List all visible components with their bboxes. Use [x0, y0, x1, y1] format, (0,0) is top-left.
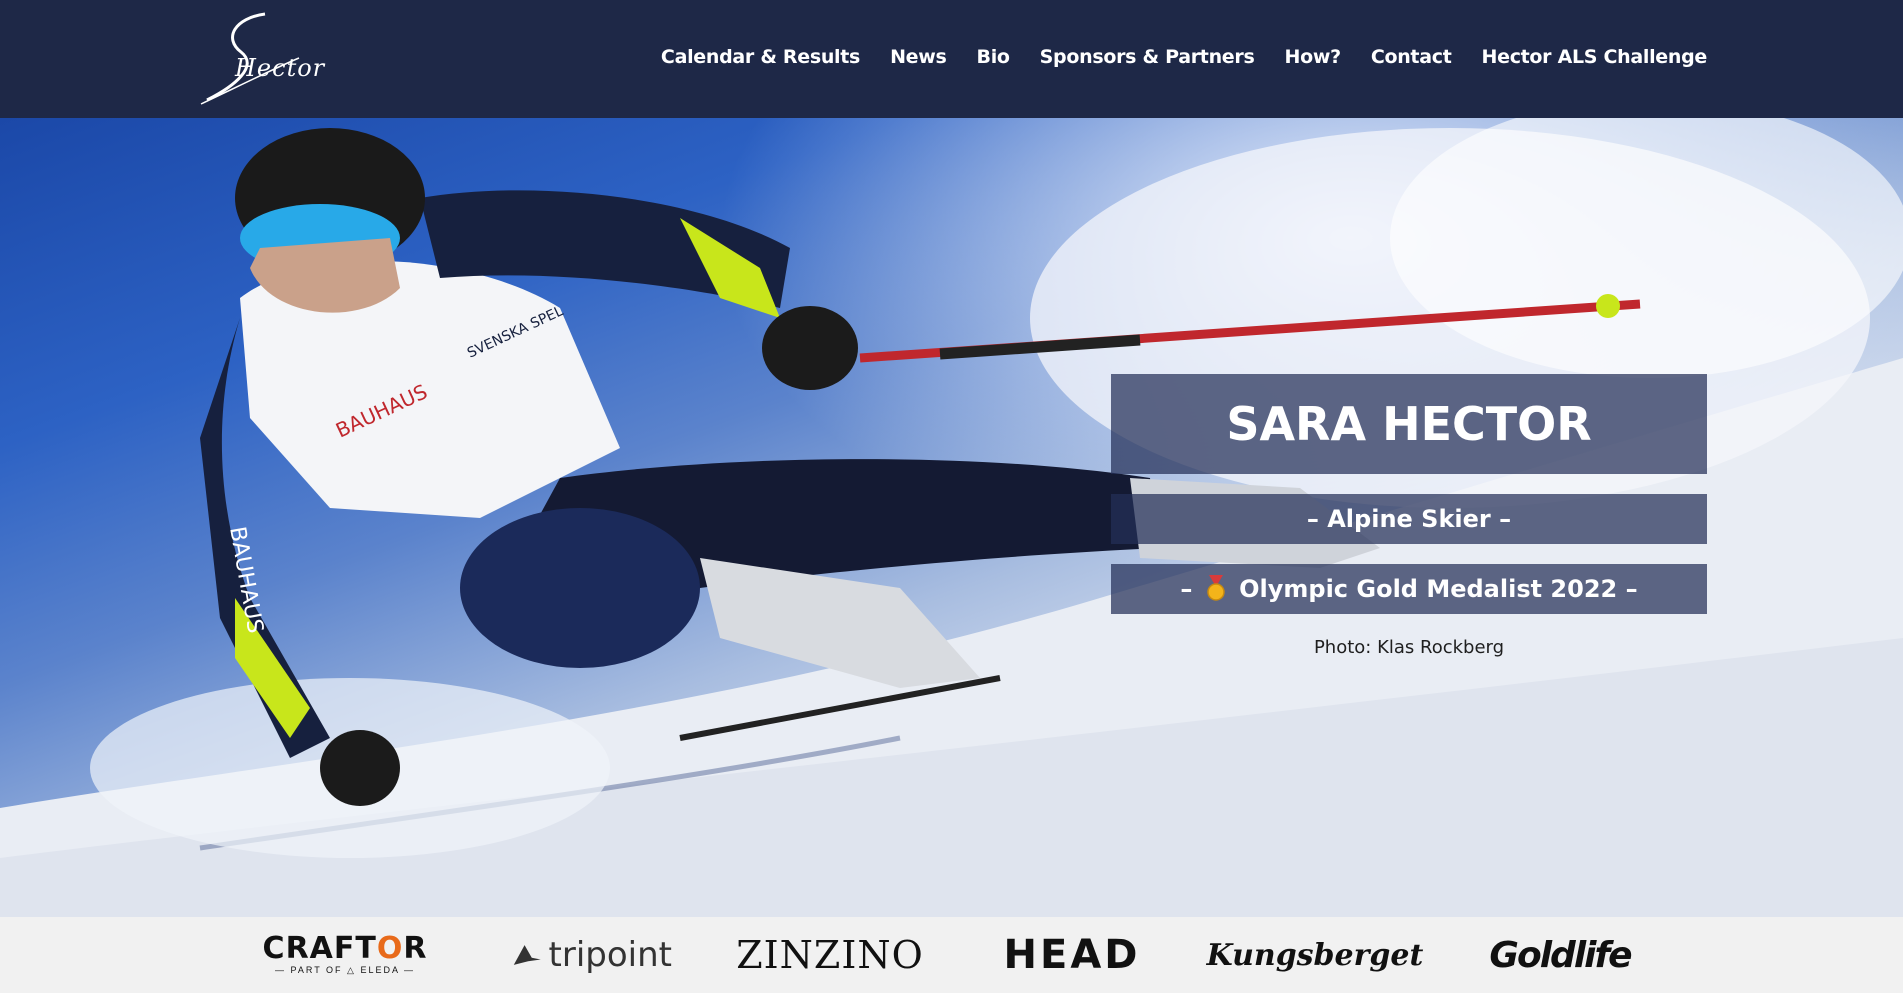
- site-header: Hector Calendar & Results News Bio Spons…: [0, 0, 1903, 118]
- sponsor-kungsberget-logo[interactable]: Kungsberget: [1207, 917, 1424, 993]
- nav-sponsors-partners[interactable]: Sponsors & Partners: [1040, 46, 1255, 68]
- sponsor-goldlife-logo[interactable]: Goldlife: [1485, 917, 1635, 993]
- nav-news[interactable]: News: [890, 46, 947, 68]
- athlete-role: – Alpine Skier –: [1111, 494, 1707, 544]
- athlete-name: SARA HECTOR: [1111, 374, 1707, 474]
- nav-als-challenge[interactable]: Hector ALS Challenge: [1482, 46, 1708, 68]
- sponsor-tripoint-logo[interactable]: tripoint: [512, 917, 672, 993]
- tripoint-wordmark: tripoint: [548, 935, 672, 975]
- main-nav: Calendar & Results News Bio Sponsors & P…: [661, 46, 1707, 68]
- nav-how[interactable]: How?: [1284, 46, 1341, 68]
- craftor-wordmark: CRAFTOR: [262, 930, 428, 966]
- medal-banner: – Olympic Gold Medalist 2022 –: [1111, 564, 1707, 614]
- hero-section: BAUHAUS SVENSKA SPEL BAUHAUS SARA HECTOR…: [0, 118, 1903, 917]
- logo-text: Hector: [235, 54, 326, 82]
- tripoint-mark-icon: [513, 945, 541, 965]
- site-logo[interactable]: Hector: [195, 8, 324, 108]
- photo-credit: Photo: Klas Rockberg: [1313, 637, 1505, 658]
- craftor-tagline: — PART OF △ ELEDA —: [275, 964, 415, 975]
- sponsor-head-logo[interactable]: HEAD: [972, 917, 1172, 993]
- gold-medal-icon: [1207, 575, 1225, 601]
- sponsor-bar: CRAFTOR — PART OF △ ELEDA — tripoint ZIN…: [0, 917, 1903, 993]
- medal-prefix: –: [1180, 575, 1193, 603]
- nav-bio[interactable]: Bio: [977, 46, 1010, 68]
- sponsor-zinzino-logo[interactable]: ZINZINO: [735, 917, 925, 993]
- sponsor-craftor-logo[interactable]: CRAFTOR — PART OF △ ELEDA —: [263, 917, 427, 993]
- medal-text: Olympic Gold Medalist 2022 –: [1239, 575, 1638, 603]
- nav-contact[interactable]: Contact: [1371, 46, 1452, 68]
- nav-calendar-results[interactable]: Calendar & Results: [661, 46, 860, 68]
